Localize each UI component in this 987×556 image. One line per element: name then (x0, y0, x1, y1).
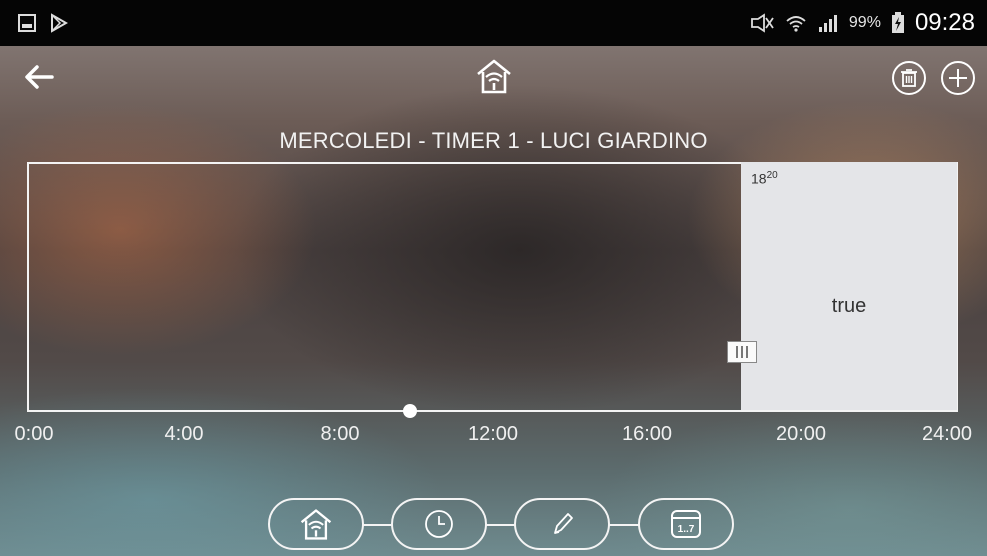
home-wifi-icon (300, 509, 332, 540)
trash-icon[interactable] (891, 60, 927, 96)
bottom-nav: 1..7 (0, 498, 987, 556)
nav-connector (362, 524, 392, 526)
nav-connector (486, 524, 516, 526)
wifi-icon (786, 16, 806, 32)
current-time-marker (403, 404, 417, 418)
nav-connector (608, 524, 640, 526)
handle-grip-line (746, 346, 748, 358)
handle-grip-line (736, 346, 738, 358)
mute-icon (751, 13, 774, 33)
plus-icon[interactable] (940, 60, 976, 96)
back-arrow-icon[interactable] (22, 62, 58, 92)
nav-clock-button[interactable] (391, 498, 487, 550)
nav-calendar-button[interactable]: 1..7 (638, 498, 734, 550)
battery-percent: 99% (848, 14, 881, 31)
status-bar: 99% 09:28 (0, 0, 987, 46)
battery-charging-icon (891, 12, 904, 33)
calendar-week-icon: 1..7 (671, 510, 701, 538)
tick-label: 20:00 (775, 423, 827, 445)
status-time: 09:28 (914, 9, 975, 36)
tick-label: 24:00 (921, 423, 973, 445)
timer-block-start-time: 1820 (751, 170, 778, 187)
timer-block[interactable]: 1820 true (741, 162, 957, 412)
timer-block-hour: 18 (751, 170, 767, 187)
play-store-icon (51, 13, 68, 33)
pencil-icon (554, 513, 573, 534)
signal-icon (818, 15, 837, 32)
top-bar (0, 46, 987, 112)
timeline-axis (27, 410, 958, 412)
tick-label: 16:00 (621, 423, 673, 445)
tick-label: 4:00 (164, 423, 204, 445)
timer-block-minute: 20 (766, 170, 778, 181)
tick-label: 8:00 (320, 423, 360, 445)
tick-label: 0:00 (14, 423, 54, 445)
status-bar-left (0, 13, 68, 33)
handle-grip-line (741, 346, 743, 358)
nav-edit-button[interactable] (514, 498, 610, 550)
gallery-icon (18, 14, 36, 32)
clock-icon (425, 510, 453, 538)
home-wifi-icon[interactable] (474, 56, 514, 96)
page-title: MERCOLEDI - TIMER 1 - LUCI GIARDINO (279, 128, 708, 153)
nav-home-button[interactable] (268, 498, 364, 550)
timer-block-state: true (831, 295, 867, 317)
calendar-label: 1..7 (678, 524, 695, 535)
tick-label: 12:00 (467, 423, 519, 445)
status-bar-right: 99% 09:28 (749, 9, 987, 37)
timer-block-drag-handle[interactable] (727, 341, 757, 363)
